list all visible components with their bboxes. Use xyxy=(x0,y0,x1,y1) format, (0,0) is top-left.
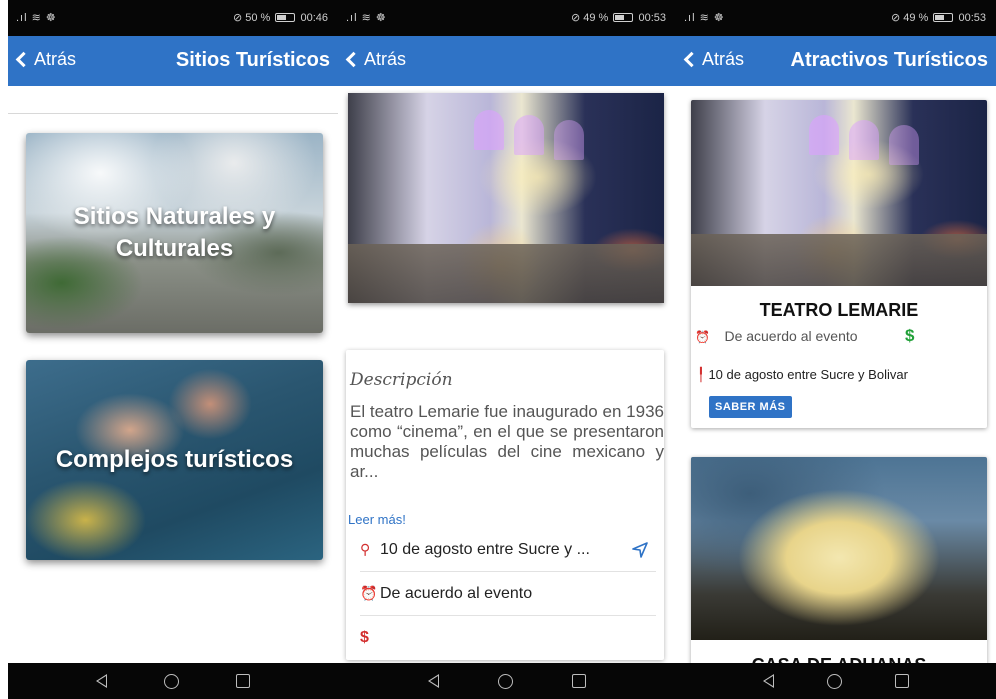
app-bar: Atrás Sitios Turísticos xyxy=(8,36,338,86)
price-text: $ xyxy=(905,326,915,345)
battery-percent: 49 % xyxy=(583,12,609,24)
tile-sitios-naturales[interactable]: Sitios Naturales y Culturales xyxy=(26,133,323,333)
back-label: Atrás xyxy=(702,49,745,69)
chevron-left-icon xyxy=(683,51,700,68)
nav-home-icon[interactable] xyxy=(163,673,179,689)
tile-label: Sitios Naturales y Culturales xyxy=(73,203,276,262)
clock: 00:53 xyxy=(958,12,986,24)
clock: 00:53 xyxy=(638,12,666,24)
app-bar: Atrás xyxy=(338,36,676,86)
price-row: $ xyxy=(360,616,656,660)
divider xyxy=(8,113,338,114)
battery-icon xyxy=(613,13,634,22)
nav-back-icon[interactable] xyxy=(427,674,439,688)
attraction-photo xyxy=(691,457,987,640)
description-heading: Descripción xyxy=(350,370,453,390)
page-title: Sitios Turísticos xyxy=(175,49,330,71)
battery-percent: 49 % xyxy=(903,12,929,24)
back-button[interactable]: Atrás xyxy=(342,49,406,70)
address-row[interactable]: ⚲ 10 de agosto entre Sucre y ... xyxy=(360,528,656,572)
nav-home-icon[interactable] xyxy=(497,673,513,689)
back-label: Atrás xyxy=(34,49,77,69)
saber-mas-button[interactable]: SABER MÁS xyxy=(709,396,792,418)
address-row: ╿ 10 de agosto entre Sucre y Bolivar xyxy=(697,367,908,383)
battery-percent: 50 % xyxy=(245,12,271,24)
clock: 00:46 xyxy=(300,12,328,24)
alarm-clock-icon: ⏰ xyxy=(360,585,378,601)
description-text: El teatro Lemarie fue inaugurado en 1936… xyxy=(350,402,664,481)
nav-recents-icon[interactable] xyxy=(572,674,587,688)
back-button[interactable]: Atrás xyxy=(12,49,76,70)
schedule-row: ⏰ De acuerdo al evento xyxy=(360,572,656,616)
navigate-arrow-icon[interactable] xyxy=(632,542,648,558)
location-pin-icon: ⚲ xyxy=(360,541,371,557)
address-text: 10 de agosto entre Sucre y Bolivar xyxy=(708,367,908,382)
attraction-photo xyxy=(691,100,987,286)
back-button[interactable]: Atrás xyxy=(680,49,744,70)
nav-home-icon[interactable] xyxy=(826,673,842,689)
signal-icon: .ıl ≋ ☸ xyxy=(684,12,725,24)
nav-back-icon[interactable] xyxy=(96,674,108,688)
attraction-card[interactable]: CASA DE ADUANAS xyxy=(691,457,987,677)
schedule-text: De acuerdo al evento xyxy=(724,328,858,344)
location-pin-icon: ╿ xyxy=(697,367,705,382)
status-bar: .ıl ≋ ☸ ⊘ 49 % 00:53 xyxy=(676,0,996,36)
back-label: Atrás xyxy=(364,49,407,69)
app-bar: Atrás Atractivos Turísticos xyxy=(676,36,996,86)
page-title: Atractivos Turísticos xyxy=(790,49,988,71)
status-right: ⊘ 49 % 00:53 xyxy=(570,12,666,24)
status-bar: .ıl ≋ ☸ ⊘ 50 % 00:46 xyxy=(8,0,338,36)
chevron-left-icon xyxy=(15,51,32,68)
nav-back-icon[interactable] xyxy=(762,674,774,688)
price-text: $ xyxy=(360,629,369,646)
system-nav-bar xyxy=(676,663,996,699)
attraction-card[interactable]: TEATRO LEMARIE ⏰ De acuerdo al evento $ … xyxy=(691,100,987,428)
status-right: ⊘ 49 % 00:53 xyxy=(890,12,986,24)
tile-label: Complejos turísticos xyxy=(55,446,294,473)
attraction-name: TEATRO LEMARIE xyxy=(759,300,919,320)
system-nav-bar xyxy=(8,663,338,699)
tile-complejos-turisticos[interactable]: Complejos turísticos xyxy=(26,360,323,560)
status-bar: .ıl ≋ ☸ ⊘ 49 % 00:53 xyxy=(338,0,676,36)
battery-icon xyxy=(933,13,954,22)
address-text: 10 de agosto entre Sucre y ... xyxy=(380,540,590,558)
status-right: ⊘ 50 % 00:46 xyxy=(232,12,328,24)
screen-teatro-detalle: .ıl ≋ ☸ ⊘ 49 % 00:53 Atrás Descripción E… xyxy=(338,0,676,699)
description-card: Descripción El teatro Lemarie fue inaugu… xyxy=(346,350,664,660)
screen-sitios-turisticos: .ıl ≋ ☸ ⊘ 50 % 00:46 Atrás Sitios Turíst… xyxy=(8,0,338,699)
read-more-link[interactable]: Leer más! xyxy=(348,512,406,527)
signal-icon: .ıl ≋ ☸ xyxy=(16,12,57,24)
nav-recents-icon[interactable] xyxy=(235,674,250,688)
screen-atractivos-turisticos: .ıl ≋ ☸ ⊘ 49 % 00:53 Atrás Atractivos Tu… xyxy=(676,0,996,699)
teatro-photo xyxy=(348,93,664,303)
nav-recents-icon[interactable] xyxy=(895,674,910,688)
signal-icon: .ıl ≋ ☸ xyxy=(346,12,387,24)
battery-icon xyxy=(275,13,296,22)
schedule-text: De acuerdo al evento xyxy=(380,584,533,602)
system-nav-bar xyxy=(338,663,676,699)
chevron-left-icon xyxy=(345,51,362,68)
